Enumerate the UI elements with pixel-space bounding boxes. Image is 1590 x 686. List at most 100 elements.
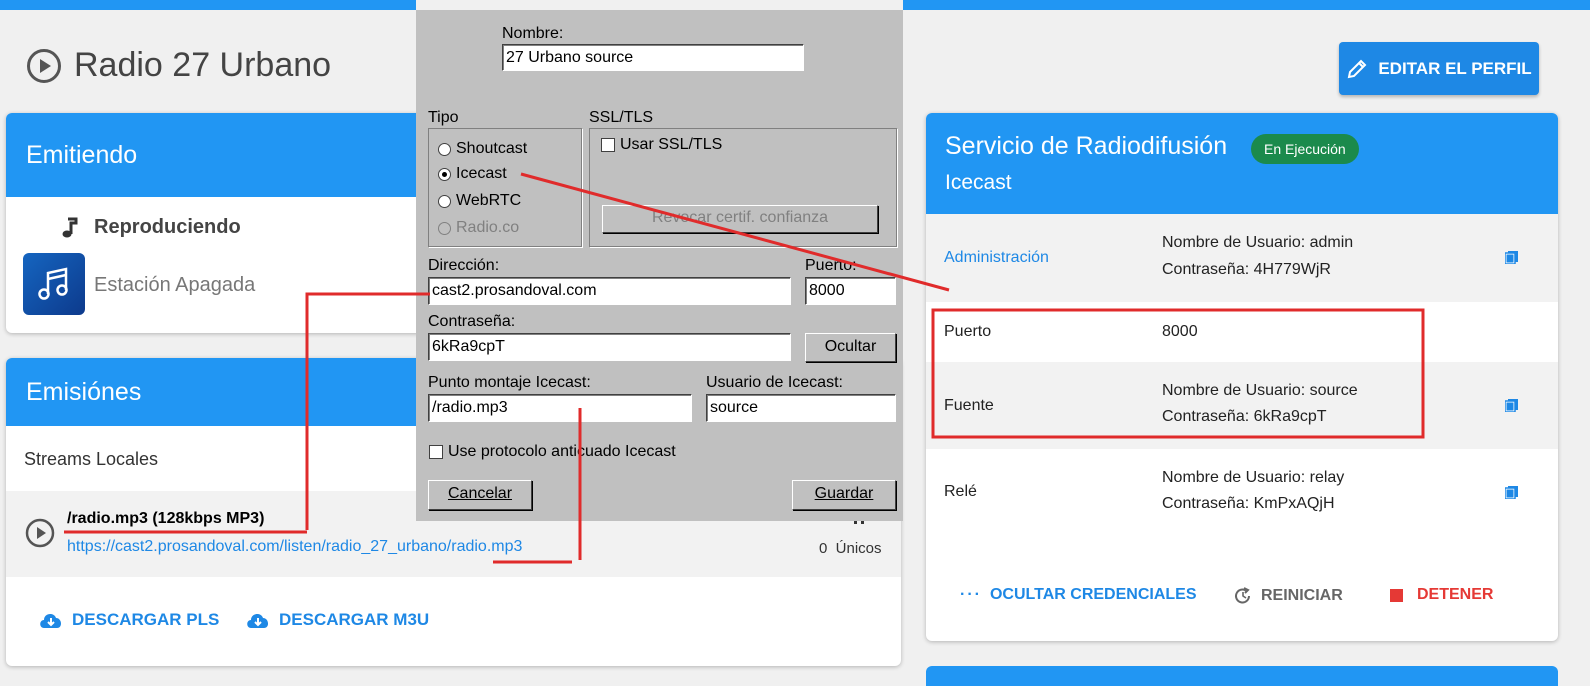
uniques-count: 0 Únicos xyxy=(819,540,882,557)
restart-button[interactable]: REINICIAR xyxy=(1233,586,1343,606)
now-playing-header: Emitiendo xyxy=(6,113,436,197)
port-value: 8000 xyxy=(1162,323,1198,340)
download-pls-button[interactable]: DESCARGAR PLS xyxy=(38,610,219,630)
password-label: Contraseña: xyxy=(428,313,516,330)
nombre-label: Nombre: xyxy=(502,25,564,42)
next-card-edge xyxy=(926,666,1558,686)
source-password: Contraseña: 6kRa9cpT xyxy=(1162,408,1327,425)
password-input[interactable]: 6kRa9cpT xyxy=(428,333,791,361)
source-username: Nombre de Usuario: source xyxy=(1162,382,1358,399)
mount-input[interactable]: /radio.mp3 xyxy=(428,394,692,422)
copy-icon[interactable] xyxy=(1505,251,1518,264)
radio-webrtc[interactable]: WebRTC xyxy=(438,192,521,210)
stream-name: /radio.mp3 (128kbps MP3) xyxy=(67,510,265,527)
relay-password: Contraseña: KmPxAQjH xyxy=(1162,495,1335,512)
cancel-label: Cancelar xyxy=(447,485,513,502)
radio-dot xyxy=(438,221,451,235)
now-playing-row: Reproduciendo xyxy=(62,216,241,239)
top-bar-right xyxy=(903,0,1590,10)
puerto-input[interactable]: 8000 xyxy=(805,277,896,305)
puerto-label: Puerto: xyxy=(805,257,857,274)
pencil-icon xyxy=(1348,59,1367,78)
source-label: Fuente xyxy=(944,396,994,414)
icecast-user-label: Usuario de Icecast: xyxy=(706,374,843,391)
credential-row-admin: Administración Nombre de Usuario: admin … xyxy=(926,214,1558,302)
cloud-download-icon xyxy=(247,614,269,628)
service-title: Servicio de Radiodifusión xyxy=(945,132,1228,160)
station-status: Estación Apagada xyxy=(94,274,256,296)
icecast-user-input[interactable]: source xyxy=(706,394,896,422)
tipo-label: Tipo xyxy=(428,109,459,126)
copy-icon[interactable] xyxy=(1505,486,1518,499)
shoutcast-label: Shoutcast xyxy=(456,140,528,157)
station-title: Radio 27 Urbano xyxy=(74,46,332,84)
more-dots-icon: ··· xyxy=(960,586,982,603)
top-bar-left xyxy=(0,0,416,10)
credential-row-relay: Relé Nombre de Usuario: relay Contraseña… xyxy=(926,449,1558,535)
broadcast-service-card: Servicio de Radiodifusión En Ejecución I… xyxy=(926,113,1558,641)
direccion-label: Dirección: xyxy=(428,257,500,274)
edit-profile-button[interactable]: EDITAR EL PERFIL xyxy=(1339,42,1539,95)
admin-username: Nombre de Usuario: admin xyxy=(1162,234,1354,251)
hide-credentials-label: OCULTAR CREDENCIALES xyxy=(989,586,1197,603)
playing-label: Reproduciendo xyxy=(94,216,241,238)
credential-row-source: Fuente Nombre de Usuario: source Contras… xyxy=(926,362,1558,449)
encoder-dialog: Nombre: 27 Urbano source Tipo Shoutcast … xyxy=(416,10,903,521)
hide-password-button[interactable]: Ocultar xyxy=(805,333,896,362)
admin-link[interactable]: Administración xyxy=(944,249,1049,267)
restart-label: REINICIAR xyxy=(1261,587,1343,604)
icecast-label: Icecast xyxy=(456,165,507,182)
relay-username: Nombre de Usuario: relay xyxy=(1162,469,1345,486)
legacy-protocol-checkbox[interactable]: Use protocolo anticuado Icecast xyxy=(429,443,676,461)
edit-profile-label: EDITAR EL PERFIL xyxy=(1378,58,1532,78)
webrtc-label: WebRTC xyxy=(456,192,522,209)
ssl-checkbox-label: Usar SSL/TLS xyxy=(620,136,723,153)
ssl-label: SSL/TLS xyxy=(589,109,654,126)
radio-shoutcast[interactable]: Shoutcast xyxy=(438,140,527,158)
cancel-button[interactable]: Cancelar xyxy=(428,480,532,510)
ssl-checkbox[interactable]: Usar SSL/TLS xyxy=(601,136,722,154)
credential-row-port: Puerto 8000 xyxy=(926,302,1558,362)
restart-icon xyxy=(1235,587,1250,604)
direccion-input[interactable]: cast2.prosandoval.com xyxy=(428,277,791,305)
radio-dot xyxy=(438,142,451,156)
admin-password: Contraseña: 4H779WjR xyxy=(1162,261,1331,278)
station-logo xyxy=(23,253,85,315)
radio-icecast[interactable]: Icecast xyxy=(438,165,507,183)
status-badge: En Ejecución xyxy=(1251,134,1359,164)
local-streams-heading: Streams Locales xyxy=(24,449,159,469)
copy-icon[interactable] xyxy=(1505,399,1518,412)
hide-credentials-button[interactable]: ··· OCULTAR CREDENCIALES xyxy=(960,586,1197,604)
legacy-protocol-label: Use protocolo anticuado Icecast xyxy=(448,443,676,460)
cloud-download-icon xyxy=(40,614,62,628)
save-button[interactable]: Guardar xyxy=(792,480,896,510)
relay-label: Relé xyxy=(944,483,977,500)
port-label: Puerto xyxy=(944,323,992,340)
radioco-label: Radio.co xyxy=(456,219,520,236)
nombre-input[interactable]: 27 Urbano source xyxy=(502,44,804,71)
play-circle-icon xyxy=(27,48,61,83)
stop-label: DETENER xyxy=(1417,586,1494,603)
page-title: Radio 27 Urbano xyxy=(26,46,331,85)
download-pls-label: DESCARGAR PLS xyxy=(72,610,220,629)
service-subtitle: Icecast xyxy=(945,171,1012,194)
streams-title: Emisiónes xyxy=(26,377,142,406)
music-note-icon xyxy=(62,217,78,237)
download-m3u-button[interactable]: DESCARGAR M3U xyxy=(245,610,429,630)
download-m3u-label: DESCARGAR M3U xyxy=(279,610,430,629)
stream-url-link[interactable]: https://cast2.prosandoval.com/listen/rad… xyxy=(67,538,522,556)
play-stream-icon[interactable] xyxy=(25,518,55,548)
save-label: Guardar xyxy=(814,485,874,502)
music-logo-icon xyxy=(38,267,68,300)
radio-radioco: Radio.co xyxy=(438,219,519,237)
service-header: Servicio de Radiodifusión En Ejecución I… xyxy=(926,113,1558,214)
radio-dot xyxy=(438,194,451,208)
stop-button[interactable]: DETENER xyxy=(1390,586,1493,604)
now-playing-title: Emitiendo xyxy=(26,140,138,169)
mount-label: Punto montaje Icecast: xyxy=(428,374,591,391)
radio-dot-selected xyxy=(438,167,451,181)
checkbox-box xyxy=(429,445,443,459)
checkbox-box xyxy=(601,138,615,152)
now-playing-card: Emitiendo Reproduciendo Estación Apagada xyxy=(6,113,436,333)
revoke-trust-button: Revocar certif. confianza xyxy=(602,205,878,233)
